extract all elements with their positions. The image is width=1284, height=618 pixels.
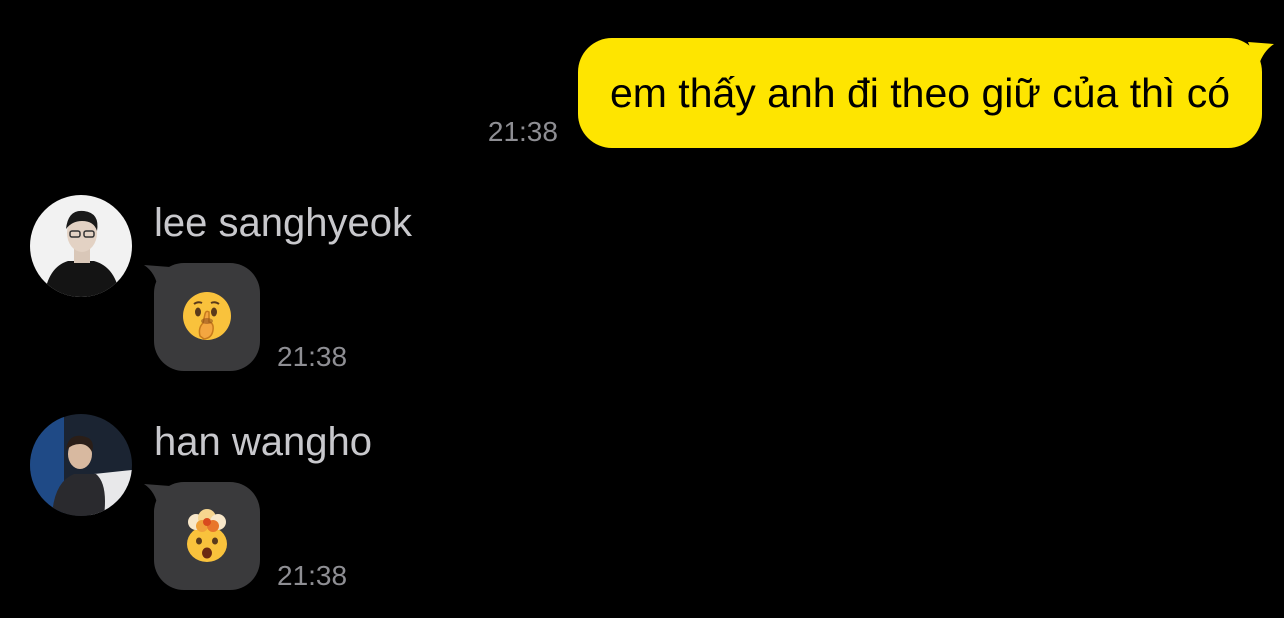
avatar[interactable] — [30, 414, 132, 516]
shushing-face-icon — [180, 290, 234, 344]
avatar[interactable] — [30, 195, 132, 297]
outgoing-message-text: em thấy anh đi theo giữ của thì có — [609, 69, 1230, 116]
bubble-tail-icon — [1248, 42, 1274, 68]
profile-photo-icon — [30, 195, 132, 297]
bubble-tail-icon — [144, 484, 170, 508]
sender-name: han wangho — [154, 420, 372, 464]
message-timestamp: 21:38 — [277, 560, 348, 591]
outgoing-message-row: 21:38 em thấy anh đi theo giữ của thì có — [487, 38, 1274, 148]
chat-room: 21:38 em thấy anh đi theo giữ của thì có… — [0, 0, 1284, 618]
sender-name: lee sanghyeok — [154, 201, 412, 245]
message-timestamp: 21:38 — [277, 341, 348, 372]
incoming-message-group: lee sanghyeok 21:38 — [30, 195, 630, 385]
incoming-message-bubble[interactable] — [144, 263, 260, 371]
profile-photo-icon — [30, 414, 132, 516]
incoming-message-bubble[interactable] — [144, 482, 260, 590]
exploding-head-icon — [179, 508, 235, 564]
outgoing-message-bubble[interactable]: em thấy anh đi theo giữ của thì có — [577, 38, 1274, 148]
bubble-tail-icon — [144, 265, 170, 289]
incoming-message-group: han wangho 21:38 — [30, 414, 630, 604]
message-timestamp: 21:38 — [487, 116, 558, 147]
